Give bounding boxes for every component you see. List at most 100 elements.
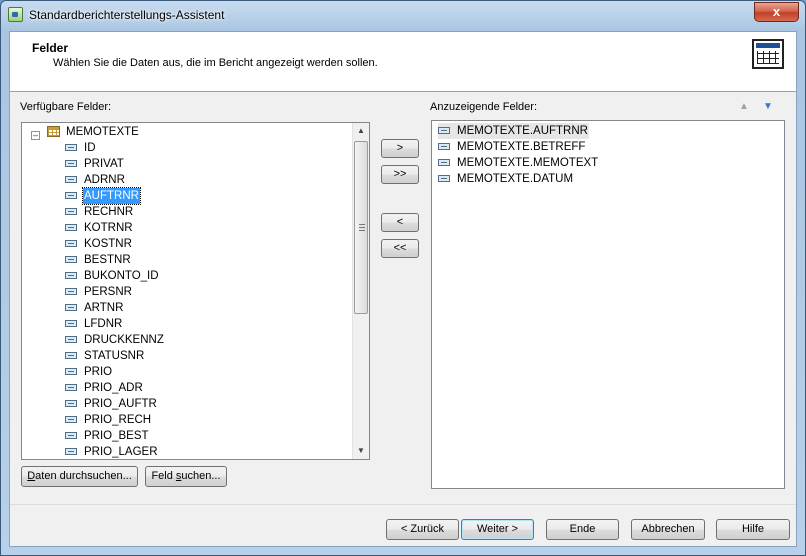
field-item[interactable]: PRIO_ADR — [65, 380, 144, 396]
field-name: PRIO_ADR — [84, 382, 143, 394]
field-item[interactable]: PRIVAT — [65, 156, 125, 172]
field-icon — [65, 272, 77, 279]
field-name: PRIVAT — [84, 158, 124, 170]
scroll-thumb[interactable] — [354, 141, 368, 314]
display-field-item[interactable]: MEMOTEXTE.DATUM — [438, 171, 574, 187]
field-name: PRIO_RECH — [84, 414, 152, 426]
field-name: BESTNR — [84, 254, 131, 266]
field-name: KOSTNR — [84, 238, 132, 250]
field-item[interactable]: PRIO — [65, 364, 113, 380]
field-icon — [65, 224, 77, 231]
move-up-icon[interactable]: ▲ — [738, 101, 750, 113]
field-item[interactable]: STATUSNR — [65, 348, 145, 364]
display-field-name: MEMOTEXTE.AUFTRNR — [457, 125, 588, 137]
field-icon — [65, 208, 77, 215]
scroll-up-icon[interactable]: ▲ — [353, 123, 369, 139]
field-name: RECHNR — [84, 206, 134, 218]
field-name: ID — [84, 142, 96, 154]
display-field-name: MEMOTEXTE.DATUM — [457, 173, 574, 185]
scroll-down-icon[interactable]: ▼ — [353, 443, 369, 459]
cancel-button[interactable]: Abbrechen — [631, 519, 705, 540]
field-name: BUKONTO_ID — [84, 270, 159, 282]
available-fields-label: Verfügbare Felder: — [20, 101, 112, 113]
field-icon — [65, 160, 77, 167]
display-field-item[interactable]: MEMOTEXTE.AUFTRNR — [438, 123, 589, 139]
field-item[interactable]: KOSTNR — [65, 236, 133, 252]
display-field-item[interactable]: MEMOTEXTE.BETREFF — [438, 139, 586, 155]
display-field-item[interactable]: MEMOTEXTE.MEMOTEXT — [438, 155, 599, 171]
field-name: ADRNR — [84, 174, 125, 186]
field-name: KOTRNR — [84, 222, 133, 234]
field-icon — [65, 256, 77, 263]
field-item[interactable]: PRIO_RECH — [65, 412, 152, 428]
field-icon — [65, 304, 77, 311]
field-icon — [438, 127, 450, 134]
table-name: MEMOTEXTE — [66, 126, 139, 138]
field-icon — [65, 192, 77, 199]
window-title: Standardberichterstellungs-Assistent — [29, 8, 225, 22]
field-item[interactable]: BUKONTO_ID — [65, 268, 160, 284]
field-item[interactable]: DRUCKKENNZ — [65, 332, 165, 348]
field-icon — [65, 240, 77, 247]
table-icon — [47, 126, 60, 137]
find-field-button[interactable]: Feld suchen... — [145, 466, 227, 487]
field-icon — [65, 384, 77, 391]
field-item[interactable]: PRIO_LAGER — [65, 444, 159, 460]
field-item[interactable]: PRIO_BEST — [65, 428, 150, 444]
remove-all-fields-button[interactable]: << — [381, 239, 419, 258]
field-icon — [65, 368, 77, 375]
field-name: DRUCKKENNZ — [84, 334, 164, 346]
field-name: PRIO_BEST — [84, 430, 149, 442]
field-item[interactable]: LFDNR — [65, 316, 123, 332]
title-bar[interactable]: Standardberichterstellungs-Assistent x — [1, 1, 805, 29]
add-field-button[interactable]: > — [381, 139, 419, 158]
field-name: AUFTRNR — [82, 187, 141, 205]
field-item[interactable]: ADRNR — [65, 172, 126, 188]
collapse-icon[interactable]: – — [31, 131, 40, 140]
display-fields-list[interactable]: MEMOTEXTE.AUFTRNR MEMOTEXTE.BETREFF MEMOTE… — [431, 120, 785, 489]
field-icon — [65, 336, 77, 343]
field-item[interactable]: PERSNR — [65, 284, 133, 300]
next-button[interactable]: Weiter > — [461, 519, 534, 540]
page-title: Felder — [32, 41, 69, 55]
field-item[interactable]: ID — [65, 140, 97, 156]
field-item[interactable]: KOTRNR — [65, 220, 134, 236]
field-name: PRIO_LAGER — [84, 446, 158, 458]
field-item[interactable]: BESTNR — [65, 252, 132, 268]
field-icon — [65, 400, 77, 407]
field-item[interactable]: RECHNR — [65, 204, 134, 220]
finish-button[interactable]: Ende — [546, 519, 619, 540]
field-icon — [65, 416, 77, 423]
available-fields-tree[interactable]: – MEMOTEXTE ID PRIVAT ADRNR AUFTRNR RECHNR KO… — [21, 122, 370, 460]
field-icon — [65, 320, 77, 327]
field-icon — [65, 432, 77, 439]
field-item[interactable]: AUFTRNR — [65, 187, 141, 205]
field-icon — [65, 352, 77, 359]
vertical-scrollbar[interactable]: ▲ ▼ — [352, 123, 369, 459]
page-subtitle: Wählen Sie die Daten aus, die im Bericht… — [53, 57, 378, 69]
field-icon — [438, 159, 450, 166]
wizard-header: Felder Wählen Sie die Daten aus, die im … — [10, 32, 796, 92]
field-icon — [65, 448, 77, 455]
field-icon — [65, 176, 77, 183]
help-button[interactable]: Hilfe — [716, 519, 790, 540]
add-all-fields-button[interactable]: >> — [381, 165, 419, 184]
field-name: STATUSNR — [84, 350, 145, 362]
field-icon — [438, 175, 450, 182]
back-button[interactable]: < Zurück — [386, 519, 459, 540]
wizard-body: Felder Wählen Sie die Daten aus, die im … — [9, 31, 797, 547]
remove-field-button[interactable]: < — [381, 213, 419, 232]
close-button[interactable]: x — [754, 2, 799, 22]
browse-data-button[interactable]: Daten durchsuchen... — [21, 466, 138, 487]
app-icon — [8, 7, 23, 22]
field-item[interactable]: PRIO_AUFTR — [65, 396, 158, 412]
field-name: PERSNR — [84, 286, 132, 298]
field-item[interactable]: ARTNR — [65, 300, 124, 316]
move-down-icon[interactable]: ▼ — [762, 101, 774, 113]
field-icon — [65, 288, 77, 295]
field-name: PRIO_AUFTR — [84, 398, 157, 410]
wizard-window: Standardberichterstellungs-Assistent x F… — [0, 0, 806, 556]
field-name: ARTNR — [84, 302, 124, 314]
field-icon — [65, 144, 77, 151]
tree-node-table[interactable]: MEMOTEXTE — [47, 124, 140, 140]
